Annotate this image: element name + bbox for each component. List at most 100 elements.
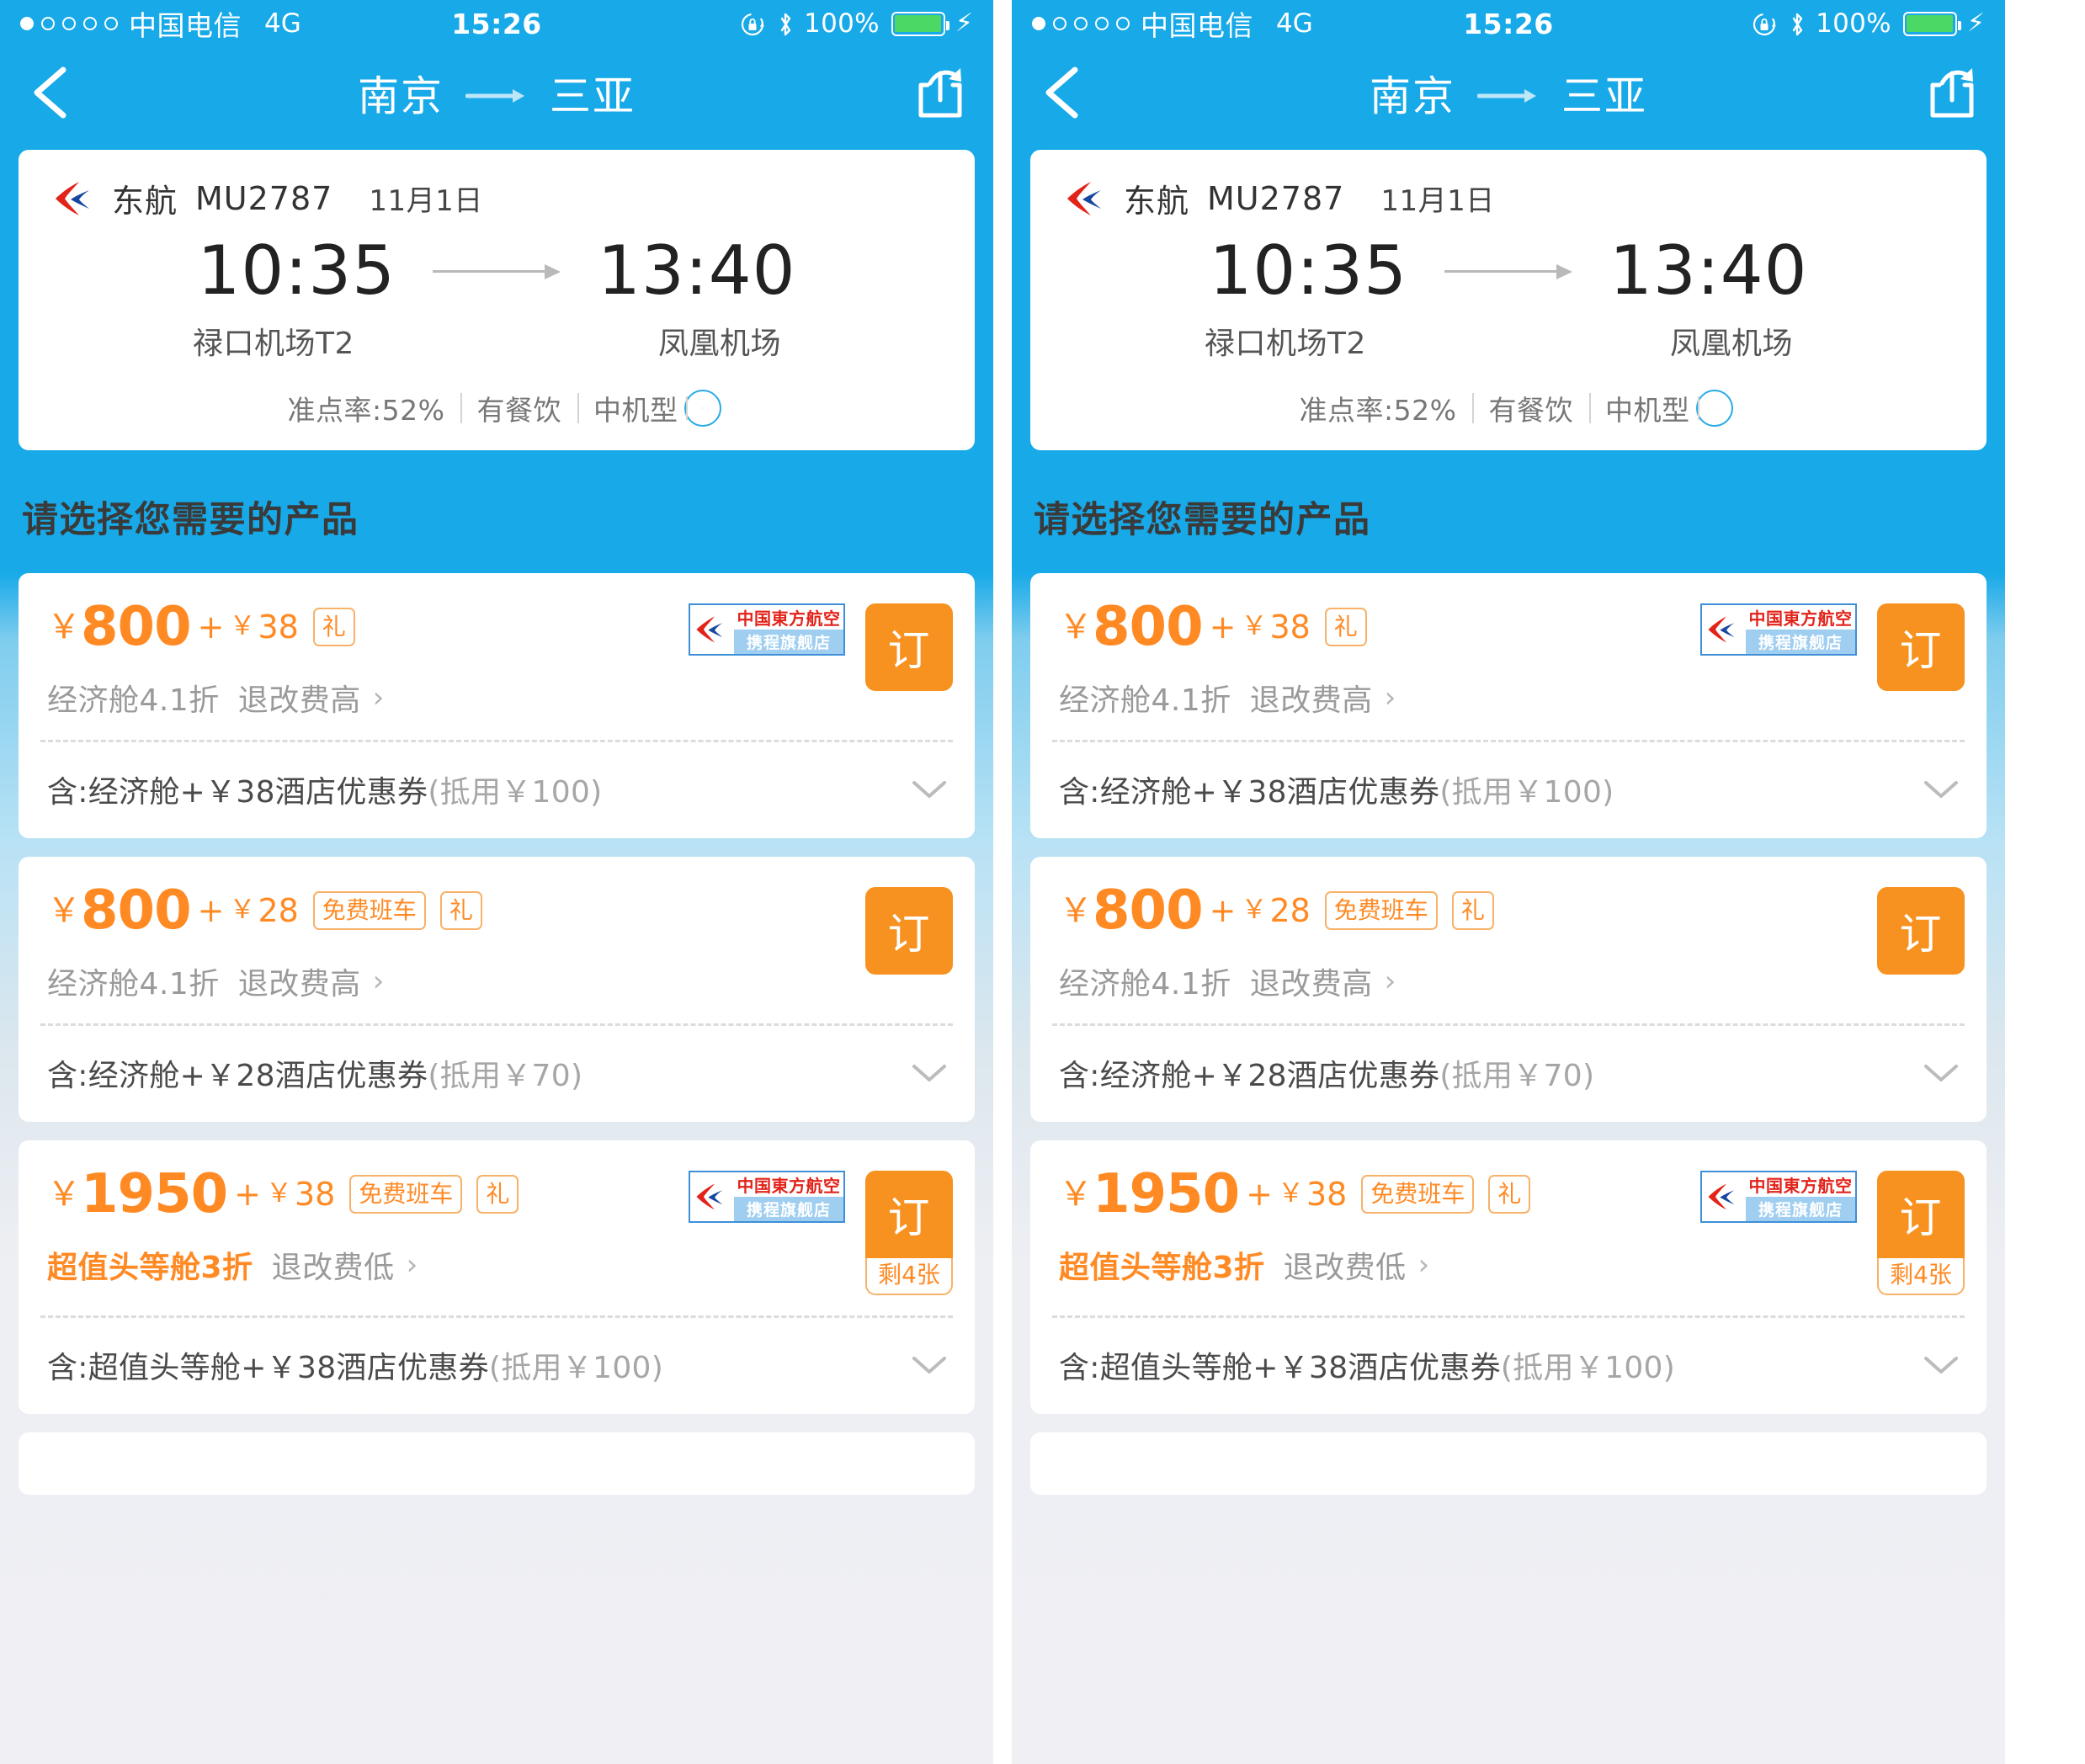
- airline-logo-icon: [54, 180, 98, 217]
- share-button[interactable]: [912, 65, 968, 120]
- flight-airports-row: 禄口机场T2 凤凰机场: [1030, 319, 1987, 363]
- battery-percent-label: 100%: [1816, 8, 1891, 39]
- chevron-right-icon[interactable]: ›: [1418, 1251, 1430, 1279]
- product-addon-price: 38: [1269, 608, 1311, 646]
- product-card[interactable]: ￥ 1950 + ￥ 38 免费班车礼 超值头等舱3折 退改费低 › 中国東方航…: [1030, 1140, 1987, 1415]
- product-addon-price: 28: [1269, 891, 1311, 929]
- chevron-right-icon[interactable]: ›: [373, 683, 385, 712]
- product-card[interactable]: ￥ 800 + ￥ 28 免费班车礼 经济舱4.1折 退改费高 › 订 含:经济…: [19, 856, 975, 1122]
- order-button-wrap: 订: [1877, 603, 1965, 691]
- flight-times-row: 10:35 13:40: [1030, 233, 1987, 309]
- product-cabin-row[interactable]: 经济舱4.1折 退改费高 ›: [1059, 676, 1700, 720]
- order-button[interactable]: 订: [1877, 603, 1965, 691]
- status-bar-right: 100% ⚡: [740, 8, 973, 39]
- flight-airports-row: 禄口机场T2 凤凰机场: [19, 319, 975, 363]
- share-button[interactable]: [1924, 65, 1980, 120]
- flight-meta-row[interactable]: 准点率:52% 有餐饮 中机型: [19, 388, 975, 428]
- flight-meta-row[interactable]: 准点率:52% 有餐饮 中机型: [1030, 388, 1987, 428]
- product-price: 1950: [81, 1162, 228, 1225]
- chevron-down-icon[interactable]: [1921, 777, 1961, 802]
- product-include-row[interactable]: 含:经济舱+￥28酒店优惠券(抵用￥70): [19, 1026, 975, 1122]
- product-main-row: ￥ 1950 + ￥ 38 免费班车礼 超值头等舱3折 退改费低 › 中国東方航…: [19, 1140, 975, 1316]
- battery-percent-label: 100%: [804, 8, 880, 39]
- phone-screen: 中国电信 4G 15:26 100% ⚡ 南京 三亚 东航 MU2787 11月…: [0, 0, 993, 1764]
- chevron-down-icon[interactable]: [909, 1352, 949, 1378]
- airline-badge-text: 中国東方航空 携程旗舰店: [1746, 604, 1855, 654]
- product-details: ￥ 800 + ￥ 38 礼 经济舱4.1折 退改费高 ›: [1059, 600, 1700, 720]
- chevron-right-icon[interactable]: ›: [1385, 967, 1396, 996]
- airline-badge-line1: 中国東方航空: [1746, 1172, 1855, 1197]
- currency-symbol: ￥: [1059, 1174, 1093, 1214]
- order-button[interactable]: 订: [865, 886, 953, 975]
- chevron-right-icon[interactable]: ›: [1385, 683, 1396, 712]
- flight-meta-item: 准点率:52%: [1299, 393, 1457, 427]
- product-card[interactable]: ￥ 1950 + ￥ 38 免费班车礼 超值头等舱3折 退改费低 › 中国東方航…: [19, 1140, 975, 1415]
- include-discount-text: (抵用￥70): [428, 1058, 583, 1093]
- order-button[interactable]: 订: [865, 1170, 953, 1258]
- product-card[interactable]: ￥ 800 + ￥ 28 免费班车礼 经济舱4.1折 退改费高 › 订 含:经济…: [1030, 856, 1987, 1122]
- product-cabin-row[interactable]: 超值头等舱3折 退改费低 ›: [1059, 1243, 1700, 1287]
- chevron-right-icon[interactable]: ›: [373, 967, 385, 996]
- section-title: 请选择您需要的产品: [1034, 498, 1371, 541]
- departure-airport: 禄口机场T2: [1205, 326, 1366, 361]
- order-button-wrap: 订 剩4张: [1877, 1170, 1965, 1296]
- airline-store-badge: 中国東方航空 携程旗舰店: [1700, 603, 1857, 656]
- product-tag: 免费班车: [312, 890, 426, 930]
- include-discount-text: (抵用￥100): [1500, 1351, 1676, 1386]
- product-include-row[interactable]: 含:经济舱+￥38酒店优惠券(抵用￥100): [1030, 742, 1987, 838]
- include-discount-text: (抵用￥100): [488, 1351, 664, 1386]
- circle-chevron-right-icon[interactable]: [684, 389, 722, 427]
- plus-symbol: +: [1209, 608, 1237, 646]
- product-actions: 中国東方航空 携程旗舰店 订: [1700, 600, 1965, 691]
- airline-name: 东航: [112, 183, 178, 220]
- chevron-down-icon[interactable]: [909, 1060, 949, 1086]
- airline-badge-line1: 中国東方航空: [734, 604, 843, 630]
- product-include-row[interactable]: 含:经济舱+￥38酒店优惠券(抵用￥100): [19, 742, 975, 838]
- flight-meta-item: 中机型: [1588, 388, 1695, 428]
- chevron-down-icon[interactable]: [909, 777, 949, 802]
- flight-arrow-icon: [433, 258, 561, 284]
- chevron-right-icon[interactable]: ›: [407, 1251, 418, 1279]
- order-button[interactable]: 订: [865, 603, 953, 691]
- flight-info-card[interactable]: 东航 MU2787 11月1日 10:35 13:40 禄口机场T2 凤凰机场 …: [19, 150, 975, 450]
- circle-chevron-right-icon[interactable]: [1696, 389, 1734, 427]
- flight-info-card[interactable]: 东航 MU2787 11月1日 10:35 13:40 禄口机场T2 凤凰机场 …: [1030, 150, 1987, 450]
- chevron-down-icon[interactable]: [1921, 1352, 1961, 1378]
- rotation-lock-icon: [1752, 11, 1777, 36]
- status-bar-right: 100% ⚡: [1752, 8, 1985, 39]
- airline-name: 东航: [1124, 183, 1190, 220]
- product-include-row[interactable]: 含:超值头等舱+￥38酒店优惠券(抵用￥100): [19, 1318, 975, 1414]
- page-title: 南京 三亚: [0, 63, 993, 123]
- product-tag: 免费班车: [1324, 890, 1438, 930]
- product-include-row[interactable]: 含:经济舱+￥28酒店优惠券(抵用￥70): [1030, 1026, 1987, 1122]
- include-discount-text: (抵用￥100): [428, 774, 603, 810]
- product-card[interactable]: ￥ 800 + ￥ 38 礼 经济舱4.1折 退改费高 › 中国東方航空 携程旗…: [19, 572, 975, 838]
- remaining-tickets-label: 剩4张: [1877, 1257, 1965, 1296]
- status-bar: 中国电信 4G 15:26 100% ⚡: [0, 0, 993, 47]
- addon-currency-symbol: ￥: [1241, 611, 1268, 642]
- charging-bolt-icon: ⚡: [955, 8, 973, 38]
- product-tag: 礼: [1488, 1174, 1531, 1214]
- product-tag: 礼: [1324, 607, 1367, 646]
- product-cabin-row[interactable]: 经济舱4.1折 退改费高 ›: [1059, 959, 1877, 1003]
- product-main-row: ￥ 800 + ￥ 38 礼 经济舱4.1折 退改费高 › 中国東方航空 携程旗…: [1030, 573, 1987, 740]
- product-card-partial[interactable]: [19, 1432, 975, 1496]
- nav-arrow-icon: [1476, 69, 1540, 117]
- order-button[interactable]: 订: [1877, 1170, 1965, 1258]
- product-main-row: ￥ 800 + ￥ 28 免费班车礼 经济舱4.1折 退改费高 › 订: [1030, 857, 1987, 1023]
- departure-airport: 禄口机场T2: [193, 326, 354, 361]
- plus-symbol: +: [234, 1175, 261, 1213]
- chevron-down-icon[interactable]: [1921, 1060, 1961, 1086]
- flight-card-header: 东航 MU2787 11月1日: [19, 175, 975, 221]
- product-include-row[interactable]: 含:超值头等舱+￥38酒店优惠券(抵用￥100): [1030, 1318, 1987, 1414]
- product-card-partial[interactable]: [1030, 1432, 1987, 1496]
- plus-symbol: +: [197, 608, 225, 646]
- product-cabin-row[interactable]: 经济舱4.1折 退改费高 ›: [47, 959, 865, 1003]
- plus-symbol: +: [197, 891, 225, 929]
- order-button[interactable]: 订: [1877, 886, 1965, 975]
- product-addon-price: 38: [294, 1175, 336, 1213]
- currency-symbol: ￥: [47, 890, 81, 930]
- product-cabin-row[interactable]: 经济舱4.1折 退改费高 ›: [47, 676, 689, 720]
- product-cabin-row[interactable]: 超值头等舱3折 退改费低 ›: [47, 1243, 689, 1287]
- product-card[interactable]: ￥ 800 + ￥ 38 礼 经济舱4.1折 退改费高 › 中国東方航空 携程旗…: [1030, 572, 1987, 838]
